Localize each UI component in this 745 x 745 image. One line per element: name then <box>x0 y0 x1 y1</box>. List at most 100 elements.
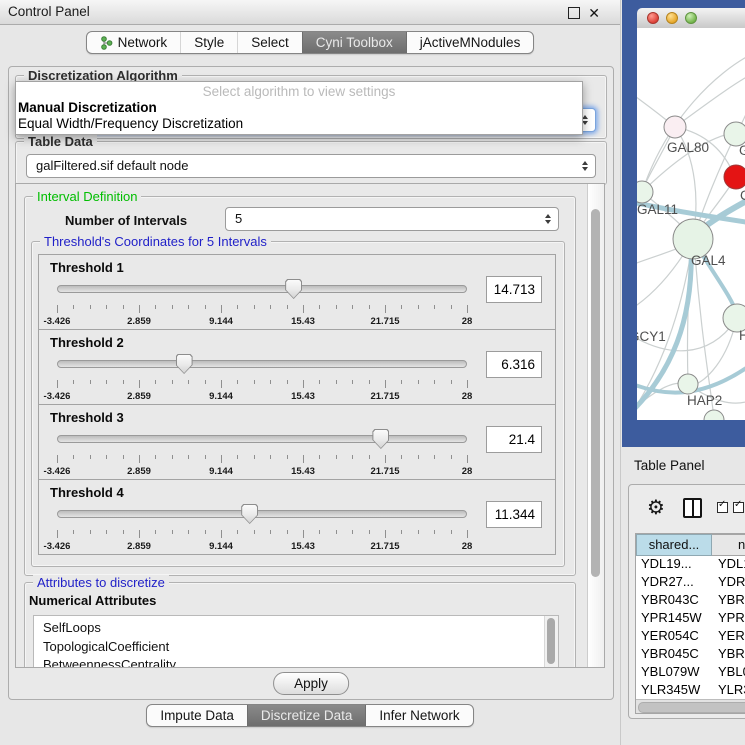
group-title: Table Data <box>24 134 97 149</box>
table-hscrollbar[interactable] <box>636 699 745 713</box>
slider-ticks <box>57 380 467 389</box>
network-view-window[interactable]: GAL80GACGAL11GAL4HGCY1HAP2 <box>622 0 745 447</box>
close-icon[interactable]: ✕ <box>588 2 600 24</box>
settings-scrollbar[interactable] <box>587 184 604 667</box>
window-minimize-button[interactable] <box>666 12 678 24</box>
network-window-titlebar[interactable] <box>637 8 745 29</box>
tab-cyni-toolbox[interactable]: Cyni Toolbox <box>302 32 406 53</box>
tab-style[interactable]: Style <box>180 32 237 53</box>
threshold-panel: Threshold 1-3.4262.8599.14415.4321.71528 <box>38 254 556 330</box>
cell-name: YDL1 <box>712 556 745 574</box>
attribute-item[interactable]: BetweennessCentrality <box>34 656 558 668</box>
algorithm-dropdown: Select algorithm to view settings Manual… <box>15 81 583 135</box>
slider-track[interactable] <box>57 435 467 443</box>
node-label: HAP2 <box>687 393 722 408</box>
slider-ticks <box>57 455 467 464</box>
threshold-slider[interactable]: -3.4262.8599.14415.4321.71528 <box>57 279 467 327</box>
threshold-value-input[interactable] <box>486 501 542 528</box>
tab-impute-data[interactable]: Impute Data <box>147 705 247 726</box>
tab-network[interactable]: Network <box>87 32 181 53</box>
slider-thumb-icon[interactable] <box>241 504 258 524</box>
threshold-panel: Threshold 4-3.4262.8599.14415.4321.71528 <box>38 479 556 555</box>
checkbox-icon[interactable] <box>733 502 744 513</box>
table-row[interactable]: YDL19...YDL1 <box>636 556 745 574</box>
tick-label: 15.43 <box>291 391 315 402</box>
slider-thumb-icon[interactable] <box>372 429 389 449</box>
gear-icon[interactable]: ⚙ <box>647 495 665 521</box>
table-row[interactable]: YLR345WYLR3 <box>636 682 745 700</box>
threshold-slider[interactable]: -3.4262.8599.14415.4321.71528 <box>57 354 467 402</box>
threshold-label: Threshold 4 <box>50 485 124 500</box>
column-header-name[interactable]: n... <box>712 534 745 556</box>
network-node[interactable] <box>678 374 698 394</box>
attribute-item[interactable]: TopologicalCoefficient <box>34 638 558 657</box>
cell-shared-name: YBL079W <box>636 664 712 682</box>
slider-thumb-icon[interactable] <box>285 279 302 299</box>
slider-track[interactable] <box>57 510 467 518</box>
table-row[interactable]: YBR043CYBR0 <box>636 592 745 610</box>
node-table: shared... n... YDL19...YDL1YDR27...YDR2Y… <box>635 533 745 714</box>
threshold-value-input[interactable] <box>486 276 542 303</box>
column-header-shared-name[interactable]: shared... <box>636 534 712 556</box>
threshold-label: Threshold 2 <box>50 335 124 350</box>
cell-shared-name: YER054C <box>636 628 712 646</box>
window-close-button[interactable] <box>647 12 659 24</box>
num-intervals-label: Number of Intervals <box>65 213 187 228</box>
threshold-slider[interactable]: -3.4262.8599.14415.4321.71528 <box>57 504 467 552</box>
tick-label: 2.859 <box>127 316 151 327</box>
split-view-icon[interactable] <box>683 498 702 518</box>
threshold-slider[interactable]: -3.4262.8599.14415.4321.71528 <box>57 429 467 477</box>
table-data-select[interactable]: galFiltered.sif default node <box>26 154 596 178</box>
tab-label: Network <box>118 35 168 50</box>
threshold-value-input[interactable] <box>486 351 542 378</box>
tick-label: 2.859 <box>127 391 151 402</box>
cell-name: YDR2 <box>712 574 745 592</box>
apply-button[interactable]: Apply <box>273 672 349 695</box>
slider-track[interactable] <box>57 360 467 368</box>
settings-scrollbar-thumb[interactable] <box>591 209 600 577</box>
network-node[interactable] <box>664 116 686 138</box>
table-row[interactable]: YPR145WYPR1 <box>636 610 745 628</box>
tick-label: 21.715 <box>370 541 399 552</box>
num-intervals-select[interactable]: 5 <box>225 207 559 231</box>
node-label: H <box>739 328 745 343</box>
tick-label: 28 <box>462 391 473 402</box>
table-hscrollbar-thumb[interactable] <box>638 702 745 713</box>
control-panel-titlebar: Control Panel ✕ <box>0 0 620 25</box>
slider-track[interactable] <box>57 285 467 293</box>
tab-discretize-data[interactable]: Discretize Data <box>247 705 366 726</box>
tab-infer-network[interactable]: Infer Network <box>365 705 472 726</box>
checkbox-icon[interactable] <box>717 502 728 513</box>
bottom-tab-bar: Impute DataDiscretize DataInfer Network <box>0 704 620 727</box>
node-label: GCY1 <box>637 329 666 344</box>
table-row[interactable]: YBL079WYBL0 <box>636 664 745 682</box>
table-row[interactable]: YDR27...YDR2 <box>636 574 745 592</box>
dropdown-option-manual-discretization[interactable]: Manual Discretization <box>16 100 582 116</box>
dropdown-option-equal-width-frequency[interactable]: Equal Width/Frequency Discretization <box>16 116 582 132</box>
list-scrollbar[interactable] <box>544 616 558 668</box>
attribute-item[interactable]: SelfLoops <box>34 616 558 638</box>
network-node[interactable] <box>724 165 745 189</box>
cell-name: YBR0 <box>712 646 745 664</box>
slider-tick-labels: -3.4262.8599.14415.4321.71528 <box>57 391 467 403</box>
tick-label: -3.426 <box>44 466 71 477</box>
cell-shared-name: YBR043C <box>636 592 712 610</box>
network-icon <box>100 36 113 50</box>
window-zoom-button[interactable] <box>685 12 697 24</box>
tab-group: Network StyleSelectCyni ToolboxjActiveMNo… <box>86 31 535 54</box>
threshold-value-input[interactable] <box>486 426 542 453</box>
tab-jactivemnodules[interactable]: jActiveMNodules <box>406 32 534 53</box>
network-node[interactable] <box>704 410 724 420</box>
tick-label: 2.859 <box>127 466 151 477</box>
float-window-icon[interactable] <box>568 7 580 19</box>
numerical-attributes-list[interactable]: SelfLoopsTopologicalCoefficientBetweenne… <box>33 615 559 668</box>
list-scrollbar-thumb[interactable] <box>547 618 555 664</box>
tab-select[interactable]: Select <box>237 32 302 53</box>
tick-label: 15.43 <box>291 541 315 552</box>
slider-thumb-icon[interactable] <box>176 354 193 374</box>
table-row[interactable]: YER054CYER0 <box>636 628 745 646</box>
tick-label: -3.426 <box>44 391 71 402</box>
table-row[interactable]: YBR045CYBR0 <box>636 646 745 664</box>
network-canvas[interactable]: GAL80GACGAL11GAL4HGCY1HAP2 <box>637 28 745 420</box>
tab-group: Impute DataDiscretize DataInfer Network <box>146 704 473 727</box>
